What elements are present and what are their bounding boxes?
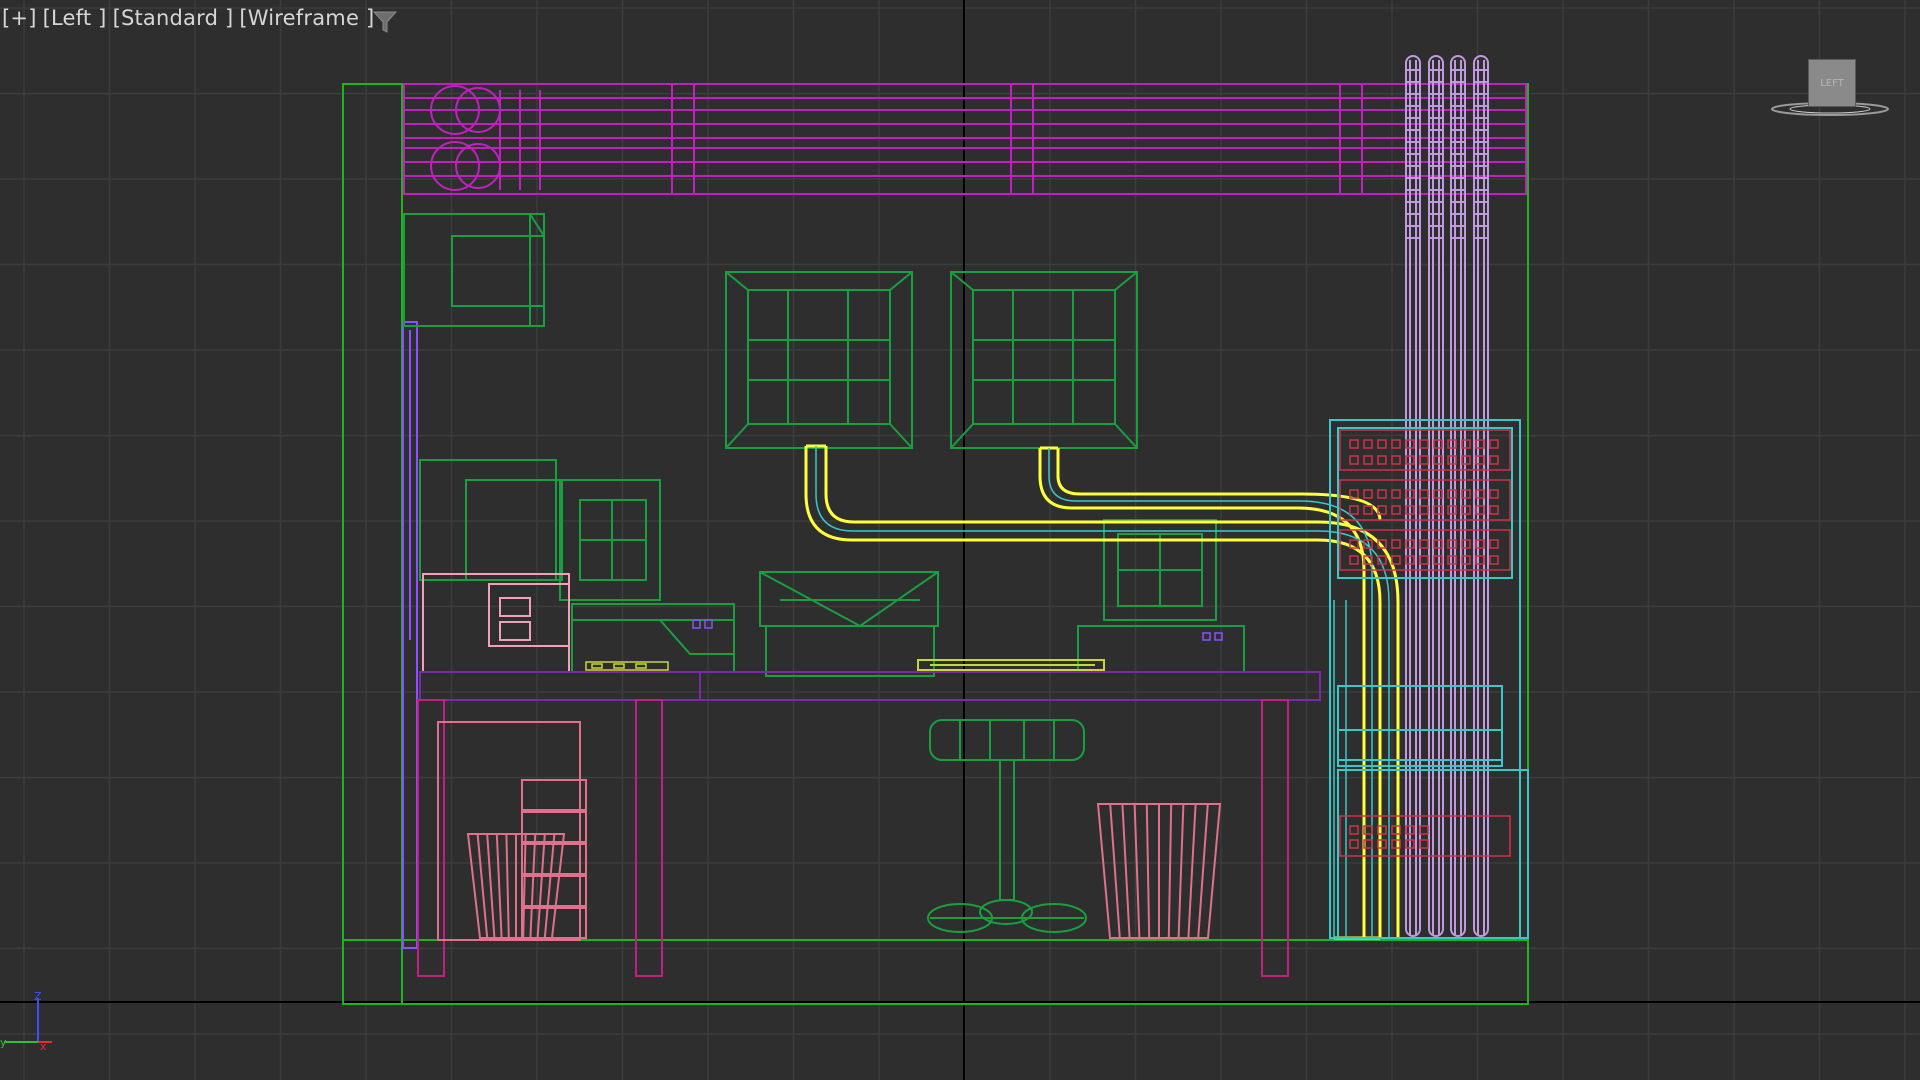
viewport-visual-style-menu[interactable]: [Wireframe ]: [239, 6, 374, 30]
rack-led: [1391, 455, 1401, 465]
trash-bin-slat: [529, 833, 537, 939]
rack-led: [1377, 455, 1387, 465]
rack-led: [1391, 539, 1401, 549]
rack-led: [1391, 439, 1401, 449]
monitor-right: [950, 271, 1138, 449]
trash-bin-slat: [486, 833, 496, 939]
trash-bin-slat: [495, 833, 503, 939]
rack-led: [1377, 489, 1387, 499]
trash-bin-slat: [1187, 803, 1197, 939]
rack-led: [1419, 505, 1429, 515]
rack-led: [1489, 505, 1499, 515]
trash-bin-slat: [1121, 803, 1131, 939]
rack-led: [1489, 489, 1499, 499]
equipment-ports: [692, 619, 713, 629]
rack-led: [1349, 555, 1359, 565]
rack-led: [1489, 555, 1499, 565]
rack-led: [1419, 455, 1429, 465]
trash-bin-slat: [505, 833, 510, 939]
viewport-left[interactable]: [+] [Left ] [Standard ] [Wireframe ] LEF…: [0, 0, 1920, 1080]
trash-bin-slat: [1109, 803, 1121, 939]
trash-bin-slat: [1177, 803, 1185, 939]
viewcube-icon[interactable]: LEFT: [1770, 56, 1890, 122]
viewport-label-menu[interactable]: [+] [Left ] [Standard ] [Wireframe ]: [2, 6, 374, 30]
rack-led: [1489, 439, 1499, 449]
rack-led: [1349, 825, 1359, 835]
trash-bin-slat: [1145, 803, 1151, 939]
rack-led: [1363, 505, 1373, 515]
rack-led: [1363, 439, 1373, 449]
axis-y-label: y: [0, 1036, 7, 1049]
wall-panel: [402, 321, 418, 949]
trash-bin-slat: [536, 833, 546, 939]
trash-bin-slat: [1197, 803, 1209, 939]
printer-box: [422, 573, 570, 673]
rack-led: [1349, 505, 1359, 515]
wall-cabinet: [403, 213, 545, 327]
rack-led: [1489, 539, 1499, 549]
axis-tripod-icon: Z y x: [0, 990, 60, 1053]
viewport-plus-menu[interactable]: [+]: [2, 6, 37, 30]
cable-conduit: [1405, 55, 1421, 937]
rack-led: [1363, 489, 1373, 499]
computer-ports: [1202, 632, 1223, 641]
rack-led: [1419, 439, 1429, 449]
filter-funnel-icon[interactable]: [372, 10, 398, 34]
keyboard-center: [917, 659, 1105, 671]
rack-led: [1377, 439, 1387, 449]
rack-led: [1349, 439, 1359, 449]
rack-led: [1363, 455, 1373, 465]
axis-x-label: x: [40, 1040, 47, 1052]
wireframe-scene[interactable]: [0, 0, 1920, 1080]
stool: [927, 719, 1087, 933]
rack-led: [1349, 839, 1359, 849]
rack-led: [1419, 539, 1429, 549]
rack-led: [1391, 555, 1401, 565]
rack-led: [1419, 555, 1429, 565]
viewcube-face-left[interactable]: LEFT: [1808, 59, 1856, 107]
viewport-shading-renderer-menu[interactable]: [Standard ]: [113, 6, 234, 30]
axis-z-label: Z: [34, 992, 42, 1003]
right-computer: [1077, 519, 1245, 673]
rack-led: [1349, 455, 1359, 465]
rack-led: [1419, 825, 1429, 835]
drawer-cabinet: [437, 721, 587, 941]
viewport-point-of-view-menu[interactable]: [Left ]: [43, 6, 107, 30]
cable-conduit: [1428, 55, 1444, 937]
rack-led: [1489, 455, 1499, 465]
monitor-left: [725, 271, 913, 449]
rack-led: [1391, 505, 1401, 515]
cable-conduit: [1450, 55, 1466, 937]
workstation-equipment: [419, 459, 735, 673]
desk-legs: [417, 699, 1289, 977]
trash-bin-slat: [1167, 803, 1173, 939]
rack-led: [1419, 489, 1429, 499]
center-equipment: [759, 571, 939, 677]
rack-led: [1419, 839, 1429, 849]
keyboard-left: [585, 661, 669, 671]
rack-led: [1391, 489, 1401, 499]
trash-bin-slat: [522, 833, 527, 939]
